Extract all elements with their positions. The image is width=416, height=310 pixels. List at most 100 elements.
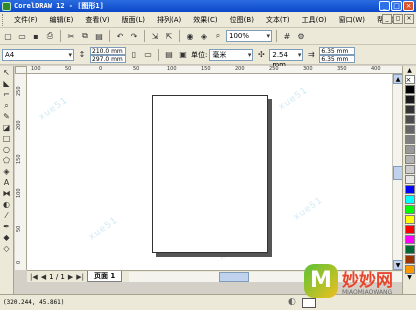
copy-icon[interactable]: ⧉ bbox=[79, 30, 91, 42]
color-swatch[interactable] bbox=[404, 105, 415, 114]
color-swatch[interactable] bbox=[404, 215, 415, 224]
redo-icon[interactable]: ↷ bbox=[128, 30, 140, 42]
page-width-field[interactable]: 210.0 mm bbox=[90, 46, 126, 55]
color-swatch[interactable] bbox=[404, 135, 415, 144]
interactive-fill-icon[interactable]: ◇ bbox=[1, 244, 12, 254]
maximize-button[interactable]: □ bbox=[391, 1, 402, 11]
duplicate-distance: 6.35 mm 6.35 mm bbox=[319, 46, 356, 63]
color-swatch[interactable] bbox=[404, 185, 415, 194]
document-page[interactable] bbox=[152, 95, 268, 253]
color-swatch[interactable] bbox=[404, 205, 415, 214]
first-page-button[interactable]: |◀ bbox=[30, 273, 38, 281]
ruler-origin[interactable] bbox=[15, 66, 27, 74]
color-swatch[interactable] bbox=[404, 95, 415, 104]
color-swatch[interactable] bbox=[404, 175, 415, 184]
open-icon[interactable]: ▭ bbox=[16, 30, 28, 42]
page-height-field[interactable]: 297.0 mm bbox=[90, 54, 126, 63]
color-swatch[interactable] bbox=[404, 235, 415, 244]
menu-layout[interactable]: 版面(L) bbox=[116, 15, 151, 25]
paste-icon[interactable]: ▤ bbox=[93, 30, 105, 42]
export-icon[interactable]: ⇱ bbox=[163, 30, 175, 42]
new-icon[interactable]: ▢ bbox=[2, 30, 14, 42]
menu-arrange[interactable]: 排列(A) bbox=[151, 15, 187, 25]
next-page-button[interactable]: ▶ bbox=[68, 273, 73, 281]
drawing-canvas[interactable]: xue51 xue51 xue51 xue51 xue51 xue51 bbox=[27, 74, 392, 270]
color-swatch[interactable] bbox=[404, 195, 415, 204]
ruler-tick: 400 bbox=[371, 66, 381, 72]
current-page-icon[interactable]: ▣ bbox=[177, 49, 189, 61]
freehand-tool-icon[interactable]: ✎ bbox=[1, 112, 12, 122]
vertical-ruler[interactable]: 250 200 150 100 50 0 bbox=[15, 74, 27, 270]
toolbox: ↖ ◣ ⌐ ⌕ ✎ ◪ □ ○ ⬠ ◈ A ⧓ ◐ ⁄ ✒ ◆ ◇ bbox=[0, 66, 14, 294]
minimize-button[interactable]: _ bbox=[379, 1, 390, 11]
pick-tool-icon[interactable]: ↖ bbox=[1, 68, 12, 78]
save-icon[interactable]: ▪ bbox=[30, 30, 42, 42]
color-swatch[interactable] bbox=[404, 85, 415, 94]
zoom-level-icon[interactable]: ⌕ bbox=[212, 30, 224, 42]
polygon-tool-icon[interactable]: ⬠ bbox=[1, 156, 12, 166]
fill-tool-icon[interactable]: ◆ bbox=[1, 233, 12, 243]
import-icon[interactable]: ⇲ bbox=[149, 30, 161, 42]
close-button[interactable]: × bbox=[403, 1, 414, 11]
corel-online-icon[interactable]: ◈ bbox=[198, 30, 210, 42]
rectangle-tool-icon[interactable]: □ bbox=[1, 134, 12, 144]
vertical-scrollbar[interactable]: ▲ ▼ bbox=[392, 74, 403, 270]
menu-view[interactable]: 查看(V) bbox=[79, 15, 115, 25]
menu-effects[interactable]: 效果(C) bbox=[187, 15, 223, 25]
page-layout-icon[interactable]: ▤ bbox=[163, 49, 175, 61]
ellipse-tool-icon[interactable]: ○ bbox=[1, 145, 12, 155]
palette-scroll-up-icon[interactable]: ▲ bbox=[407, 68, 412, 74]
dup-x-field[interactable]: 6.35 mm bbox=[319, 46, 356, 55]
color-swatch[interactable] bbox=[404, 225, 415, 234]
prev-page-button[interactable]: ◀ bbox=[41, 273, 46, 281]
color-swatch[interactable] bbox=[404, 115, 415, 124]
horizontal-scroll-thumb[interactable] bbox=[219, 271, 250, 282]
undo-icon[interactable]: ↶ bbox=[114, 30, 126, 42]
color-swatch[interactable] bbox=[404, 155, 415, 164]
paper-size-dropdown[interactable]: A4 bbox=[2, 48, 74, 61]
menu-edit[interactable]: 编辑(E) bbox=[44, 15, 80, 25]
print-icon[interactable]: ⎙ bbox=[44, 30, 56, 42]
nudge-icon: ✣ bbox=[258, 50, 265, 59]
text-tool-icon[interactable]: A bbox=[1, 178, 12, 188]
doc-close-button[interactable]: × bbox=[404, 14, 414, 24]
zoom-tool-icon[interactable]: ⌕ bbox=[1, 101, 12, 111]
zoom-dropdown[interactable]: 100% bbox=[226, 30, 272, 42]
page-tab[interactable]: 页面 1 bbox=[87, 271, 123, 282]
menu-text[interactable]: 文本(T) bbox=[260, 15, 296, 25]
toolbar-grip[interactable] bbox=[2, 13, 5, 26]
options-icon[interactable]: ⚙ bbox=[295, 30, 307, 42]
menu-window[interactable]: 窗口(W) bbox=[333, 15, 371, 25]
snap-to-grid-icon[interactable]: # bbox=[281, 30, 293, 42]
interactive-blend-icon[interactable]: ⧓ bbox=[1, 189, 12, 199]
transparency-tool-icon[interactable]: ◐ bbox=[1, 200, 12, 210]
landscape-icon[interactable]: ▭ bbox=[142, 49, 154, 61]
cut-icon[interactable]: ✂ bbox=[65, 30, 77, 42]
doc-minimize-button[interactable]: _ bbox=[382, 14, 392, 24]
menu-file[interactable]: 文件(F) bbox=[8, 15, 44, 25]
color-swatch[interactable] bbox=[404, 125, 415, 134]
color-swatch[interactable] bbox=[404, 165, 415, 174]
shape-tool-icon[interactable]: ◣ bbox=[1, 79, 12, 89]
color-swatch[interactable] bbox=[404, 245, 415, 254]
menu-bitmaps[interactable]: 位图(B) bbox=[224, 15, 260, 25]
app-launcher-icon[interactable]: ◉ bbox=[184, 30, 196, 42]
horizontal-ruler[interactable]: 100 50 0 50 100 150 200 250 300 350 400 bbox=[27, 66, 404, 74]
no-color-swatch[interactable]: × bbox=[404, 75, 415, 84]
logo-brand: 妙妙网 bbox=[342, 271, 393, 291]
nudge-field[interactable]: 2.54 mm bbox=[269, 48, 304, 69]
smart-fill-icon[interactable]: ◪ bbox=[1, 123, 12, 133]
basic-shapes-icon[interactable]: ◈ bbox=[1, 167, 12, 177]
app-icon bbox=[2, 1, 11, 11]
dup-y-field[interactable]: 6.35 mm bbox=[319, 54, 356, 63]
ruler-tick: 300 bbox=[303, 66, 313, 72]
portrait-icon[interactable]: ▯ bbox=[128, 49, 140, 61]
last-page-button[interactable]: ▶| bbox=[76, 273, 84, 281]
eyedropper-icon[interactable]: ⁄ bbox=[1, 211, 12, 221]
outline-tool-icon[interactable]: ✒ bbox=[1, 222, 12, 232]
unit-dropdown[interactable]: 毫米 bbox=[209, 48, 254, 61]
color-swatch[interactable] bbox=[404, 145, 415, 154]
crop-tool-icon[interactable]: ⌐ bbox=[1, 90, 12, 100]
menu-tools[interactable]: 工具(O) bbox=[296, 15, 333, 25]
doc-restore-button[interactable]: ◻ bbox=[393, 14, 403, 24]
